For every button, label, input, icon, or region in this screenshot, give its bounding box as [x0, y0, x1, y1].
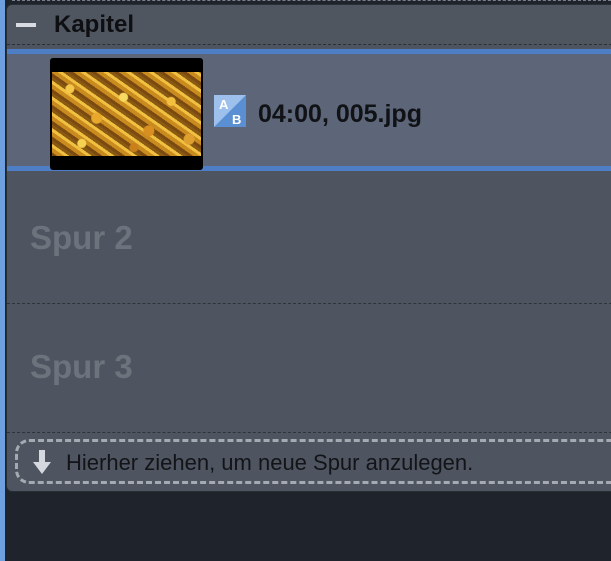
- track-label: Spur 3: [30, 348, 133, 385]
- track-1[interactable]: A B 04:00, 005.jpg: [7, 49, 611, 214]
- chapter-header: Kapitel: [7, 5, 611, 45]
- ab-transition-icon[interactable]: A B: [213, 94, 247, 128]
- track-label: Spur 2: [30, 219, 133, 256]
- svg-text:A: A: [219, 97, 229, 112]
- track-2[interactable]: Spur 2: [7, 176, 611, 304]
- timeline-view: Kapitel A B 04:00, 005.jpg Spur 2 Spur 3…: [0, 0, 611, 561]
- drop-zone-text: Hierher ziehen, um neue Spur anzulegen.: [66, 450, 474, 475]
- minus-icon: [16, 23, 36, 27]
- clip-thumbnail[interactable]: [50, 58, 203, 170]
- collapse-chapter-button[interactable]: [15, 17, 37, 33]
- chapter-panel: Kapitel A B 04:00, 005.jpg Spur 2 Spur 3…: [6, 4, 611, 492]
- top-divider: [12, 0, 611, 3]
- track-3[interactable]: Spur 3: [7, 305, 611, 433]
- left-accent-strip: [0, 0, 5, 561]
- arrow-down-icon: [33, 450, 51, 474]
- chapter-title: Kapitel: [54, 11, 135, 38]
- new-track-drop-zone[interactable]: Hierher ziehen, um neue Spur anzulegen.: [15, 439, 611, 484]
- clip-label: 04:00, 005.jpg: [258, 100, 422, 128]
- svg-text:B: B: [232, 112, 241, 127]
- autumn-leaves-thumbnail: [52, 72, 201, 156]
